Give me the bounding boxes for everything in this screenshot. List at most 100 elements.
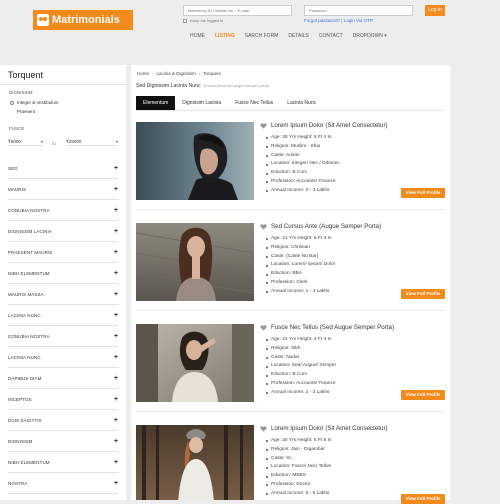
filter-label: CONUBIA NOSTRA <box>8 207 50 213</box>
profile-photo[interactable] <box>136 425 254 500</box>
detail-text: Eduction: BBA <box>271 271 302 277</box>
nav-home[interactable]: HOME <box>185 33 210 40</box>
breadcrumb-mid[interactable]: Lacinia & Dignissim <box>157 71 196 76</box>
nav-contact[interactable]: CONTACT <box>314 33 348 40</box>
filter-label: NIBH ELEMENTUM <box>8 270 50 276</box>
profile-name[interactable]: Lorem Ipsum Dolor (Sit Amet Consectetur) <box>260 425 388 432</box>
tab-dignissim-lacinia[interactable]: Dignissim Lacinia <box>175 96 228 110</box>
filter-label: DIGNISSIM LACINIA <box>8 228 52 234</box>
tab-lacinia-nunc[interactable]: Lacinia Nunc <box>280 96 323 110</box>
detail-income: Annual Income: 2 - 3 Lakhs <box>266 187 340 196</box>
nav-listing[interactable]: LISTING <box>210 33 240 40</box>
view-profile-button[interactable]: View Full Profile <box>401 390 445 400</box>
plus-icon[interactable]: + <box>114 249 118 256</box>
plus-icon[interactable]: + <box>114 375 118 382</box>
plus-icon[interactable]: + <box>114 333 118 340</box>
filter-conubia-nostra-2[interactable]: CONUBIA NOSTRA + <box>8 326 118 347</box>
plus-icon[interactable]: + <box>114 186 118 193</box>
profile-details: Age: 25 Yrs Height: 5 Ft 6 In Religion: … <box>266 437 331 499</box>
brand-logo[interactable]: Matrimonials <box>33 10 133 30</box>
plus-icon[interactable]: + <box>114 354 118 361</box>
view-profile-button[interactable]: View Full Profile <box>401 289 445 299</box>
keep-logged-in-label: Keep me logged in <box>190 18 224 23</box>
nav-details[interactable]: DETAILS <box>283 33 313 40</box>
filter-mauris[interactable]: MAURIS + <box>8 179 118 200</box>
heart-icon[interactable] <box>260 122 267 129</box>
detail-age: Age: 21 Yrs Height: 6 Ft 4 In <box>266 235 335 244</box>
filter-sed[interactable]: SED + <box>8 158 118 179</box>
forgot-password-link[interactable]: Forgot password? | Login Via OTP <box>304 18 373 23</box>
filter-label: MAURIS <box>8 186 27 192</box>
profile-name[interactable]: Sed Cursus Ante (Augue Semper Porta) <box>260 223 381 230</box>
profile-name[interactable]: Lorem Ipsum Dolor (Sit Amet Consectetur) <box>260 122 388 129</box>
detail-text: Eduction: B.Com <box>271 170 307 176</box>
profile-name-text: Sed Cursus Ante (Augue Semper Porta) <box>271 223 382 230</box>
plus-icon[interactable]: + <box>114 228 118 235</box>
plus-icon[interactable]: + <box>114 207 118 214</box>
detail-text: Age: 21 Yrs Height: 6 Ft 4 In <box>271 236 332 241</box>
plus-icon[interactable]: + <box>114 417 118 424</box>
option-integer-vestibulum[interactable]: Integer & Vestibulum <box>10 100 59 105</box>
page-title: Sed Dignissim Lacinia Nunc (Fusce tellus… <box>136 83 269 89</box>
profile-photo[interactable] <box>136 122 254 200</box>
filter-dignissim-lacinia[interactable]: DIGNISSIM LACINIA + <box>8 221 118 242</box>
filter-duis-sagittis[interactable]: DUIS SAGITTIS + <box>8 410 118 431</box>
filter-nibh-elementum[interactable]: NIBH ELEMENTUM + <box>8 263 118 284</box>
option-praesent[interactable]: Praesent <box>17 109 35 114</box>
detail-age: Age: 28 Yrs Height: 5 Ft 4 In <box>266 134 340 143</box>
filter-lacinia-nunc-2[interactable]: LACINIA NUNC + <box>8 347 118 368</box>
price-to-value: ₹25000 <box>66 138 82 144</box>
keep-logged-in-checkbox[interactable] <box>183 18 187 23</box>
heart-icon[interactable] <box>260 223 267 230</box>
breadcrumb-home[interactable]: Home <box>137 71 149 76</box>
breadcrumb-current: Torquent <box>203 71 221 76</box>
nav-dropdown[interactable]: DROPDOWN ▾ <box>348 33 392 40</box>
profile-photo[interactable] <box>136 223 254 301</box>
view-profile-button[interactable]: View Full Profile <box>401 494 445 504</box>
plus-icon[interactable]: + <box>114 480 118 487</box>
detail-profession: Profession: Accounts/ Finance <box>266 380 336 389</box>
detail-location: Location: Lorem/ Ipsum/ Dolor <box>266 261 335 270</box>
heart-icon[interactable] <box>260 425 267 432</box>
password-input[interactable] <box>304 5 413 16</box>
detail-caste: Caste: (Caste No Bar) <box>266 253 335 262</box>
card-divider <box>136 411 445 412</box>
plus-icon[interactable]: + <box>114 459 118 466</box>
filter-label: SED <box>8 165 18 171</box>
card-divider <box>136 209 445 210</box>
radio-icon[interactable] <box>10 100 14 105</box>
view-profile-button[interactable]: View Full Profile <box>401 188 445 198</box>
filter-nibh-elementum-2[interactable]: NIBH ELEMENTUM + <box>8 452 118 473</box>
plus-icon[interactable]: + <box>114 396 118 403</box>
filter-dignissim[interactable]: DIGNISSIM + <box>8 431 118 452</box>
login-button[interactable]: Log in <box>425 5 445 16</box>
price-from-select[interactable]: ₹5000 ▾ <box>8 138 43 146</box>
plus-icon[interactable]: + <box>114 291 118 298</box>
detail-location: Location: Integer/ Nec / Odionec <box>266 160 340 169</box>
profile-photo[interactable] <box>136 324 254 402</box>
detail-text: Profession: Clerk <box>271 279 308 285</box>
filter-conubia-nostra[interactable]: CONUBIA NOSTRA + <box>8 200 118 221</box>
keep-logged-in[interactable]: Keep me logged in <box>183 18 223 23</box>
profile-name[interactable]: Fusce Nec Tellus (Sed Augue Semper Porta… <box>260 324 394 331</box>
listing-main: Home › Lacinia & Dignissim › Torquent Se… <box>131 65 450 504</box>
nav-search-form[interactable]: SARCH FORM <box>240 33 284 40</box>
tab-elementum[interactable]: Elementum <box>136 96 176 110</box>
plus-icon[interactable]: + <box>114 270 118 277</box>
plus-icon[interactable]: + <box>114 438 118 445</box>
heart-icon[interactable] <box>260 324 267 331</box>
plus-icon[interactable]: + <box>114 165 118 172</box>
filter-lacinia-nunc[interactable]: LACINIA NUNC + <box>8 305 118 326</box>
detail-text: Caste: Ansari <box>271 152 300 158</box>
filter-mauris-massa[interactable]: MAURIS MASSA + <box>8 284 118 305</box>
profile-card: Sed Cursus Ante (Augue Semper Porta) Age… <box>136 223 445 313</box>
filter-dapibus-diam[interactable]: DAPIBUS DIAM + <box>8 368 118 389</box>
login-id-input[interactable] <box>183 5 292 16</box>
tab-fusce-nec-tellus[interactable]: Fusce Nec Tellus <box>228 96 280 110</box>
filter-nostra[interactable]: NOSTRA + <box>8 473 118 494</box>
plus-icon[interactable]: + <box>114 312 118 319</box>
filter-inceptos[interactable]: INCEPTOS + <box>8 389 118 410</box>
price-to-select[interactable]: ₹25000 ▾ <box>66 138 118 146</box>
filter-praesent-mauris[interactable]: PRAESENT MAURIS + <box>8 242 118 263</box>
detail-text: Caste: Nadar <box>271 354 300 360</box>
